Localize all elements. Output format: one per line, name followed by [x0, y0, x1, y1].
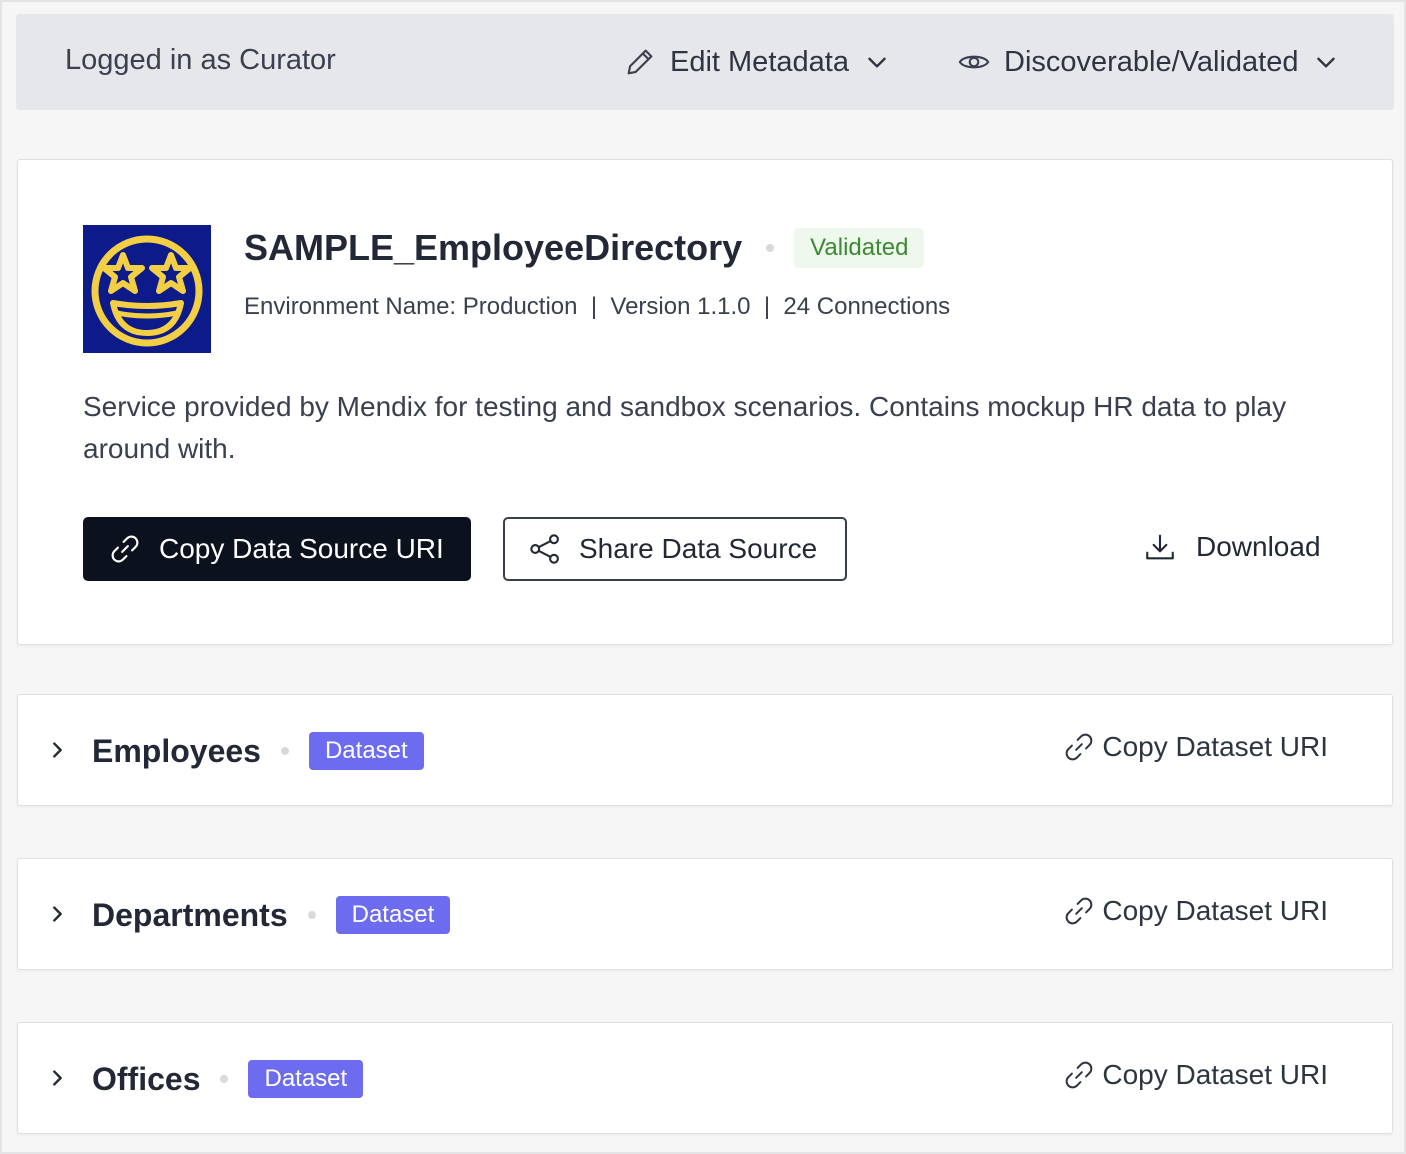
copy-data-source-uri-label: Copy Data Source URI [159, 533, 444, 564]
download-label: Download [1196, 531, 1321, 562]
separator-dot [280, 747, 289, 755]
visibility-menu[interactable]: Discoverable/Validated [956, 42, 1340, 82]
copy-dataset-uri-button[interactable]: Copy Dataset URI [1062, 889, 1328, 933]
dataset-card: Employees Dataset Copy Dataset URI [17, 694, 1393, 806]
data-source-avatar [83, 225, 211, 353]
data-source-name: SAMPLE_EmployeeDirectory [244, 227, 743, 268]
copy-data-source-uri-button[interactable]: Copy Data Source URI [83, 517, 471, 581]
top-bar: Logged in as Curator Edit Metadata Disco… [16, 14, 1394, 110]
chevron-down-icon [1312, 48, 1340, 76]
dataset-title-row: Employees Dataset [92, 727, 424, 775]
chevron-right-icon[interactable] [42, 735, 72, 765]
separator-dot [307, 911, 316, 919]
copy-dataset-uri-button[interactable]: Copy Dataset URI [1062, 725, 1328, 769]
dataset-title-row: Departments Dataset [92, 891, 451, 939]
data-source-description: Service provided by Mendix for testing a… [83, 391, 1287, 464]
chevron-right-icon[interactable] [42, 899, 72, 929]
logged-in-user: Logged in as Curator [65, 44, 336, 76]
copy-dataset-uri-label: Copy Dataset URI [1102, 731, 1328, 762]
dataset-card: Departments Dataset Copy Dataset URI [17, 858, 1393, 970]
separator-dot [766, 244, 775, 252]
copy-dataset-uri-button[interactable]: Copy Dataset URI [1062, 1053, 1328, 1097]
chevron-right-icon[interactable] [42, 1063, 72, 1093]
separator-dot [220, 1075, 229, 1083]
share-icon [527, 531, 563, 567]
star-struck-face-icon [83, 225, 211, 353]
dataset-badge: Dataset [248, 1060, 364, 1098]
download-button[interactable]: Download [1142, 525, 1321, 569]
dataset-badge: Dataset [335, 896, 451, 934]
share-data-source-label: Share Data Source [579, 533, 818, 564]
dataset-badge: Dataset [308, 732, 424, 770]
pencil-icon [622, 44, 658, 80]
data-source-title-row: SAMPLE_EmployeeDirectory Validated [244, 224, 925, 272]
data-source-meta: Environment Name: Production | Version 1… [244, 293, 951, 320]
visibility-label: Discoverable/Validated [1004, 45, 1299, 78]
eye-icon [956, 44, 992, 80]
chevron-down-icon [863, 48, 891, 76]
dataset-card: Offices Dataset Copy Dataset URI [17, 1022, 1393, 1134]
copy-dataset-uri-label: Copy Dataset URI [1102, 895, 1328, 926]
link-icon [1062, 894, 1096, 928]
dataset-title-row: Offices Dataset [92, 1055, 364, 1103]
dataset-name: Employees [92, 732, 261, 769]
status-badge: Validated [794, 228, 925, 268]
link-icon [107, 531, 143, 567]
download-icon [1142, 529, 1178, 565]
edit-metadata-label: Edit Metadata [670, 45, 849, 78]
data-source-card: SAMPLE_EmployeeDirectory Validated Envir… [17, 159, 1393, 645]
app-frame: Logged in as Curator Edit Metadata Disco… [0, 0, 1406, 1154]
link-icon [1062, 730, 1096, 764]
copy-dataset-uri-label: Copy Dataset URI [1102, 1059, 1328, 1090]
edit-metadata-menu[interactable]: Edit Metadata [622, 42, 891, 82]
share-data-source-button[interactable]: Share Data Source [503, 517, 847, 581]
link-icon [1062, 1058, 1096, 1092]
dataset-name: Offices [92, 1060, 201, 1097]
dataset-name: Departments [92, 896, 288, 933]
